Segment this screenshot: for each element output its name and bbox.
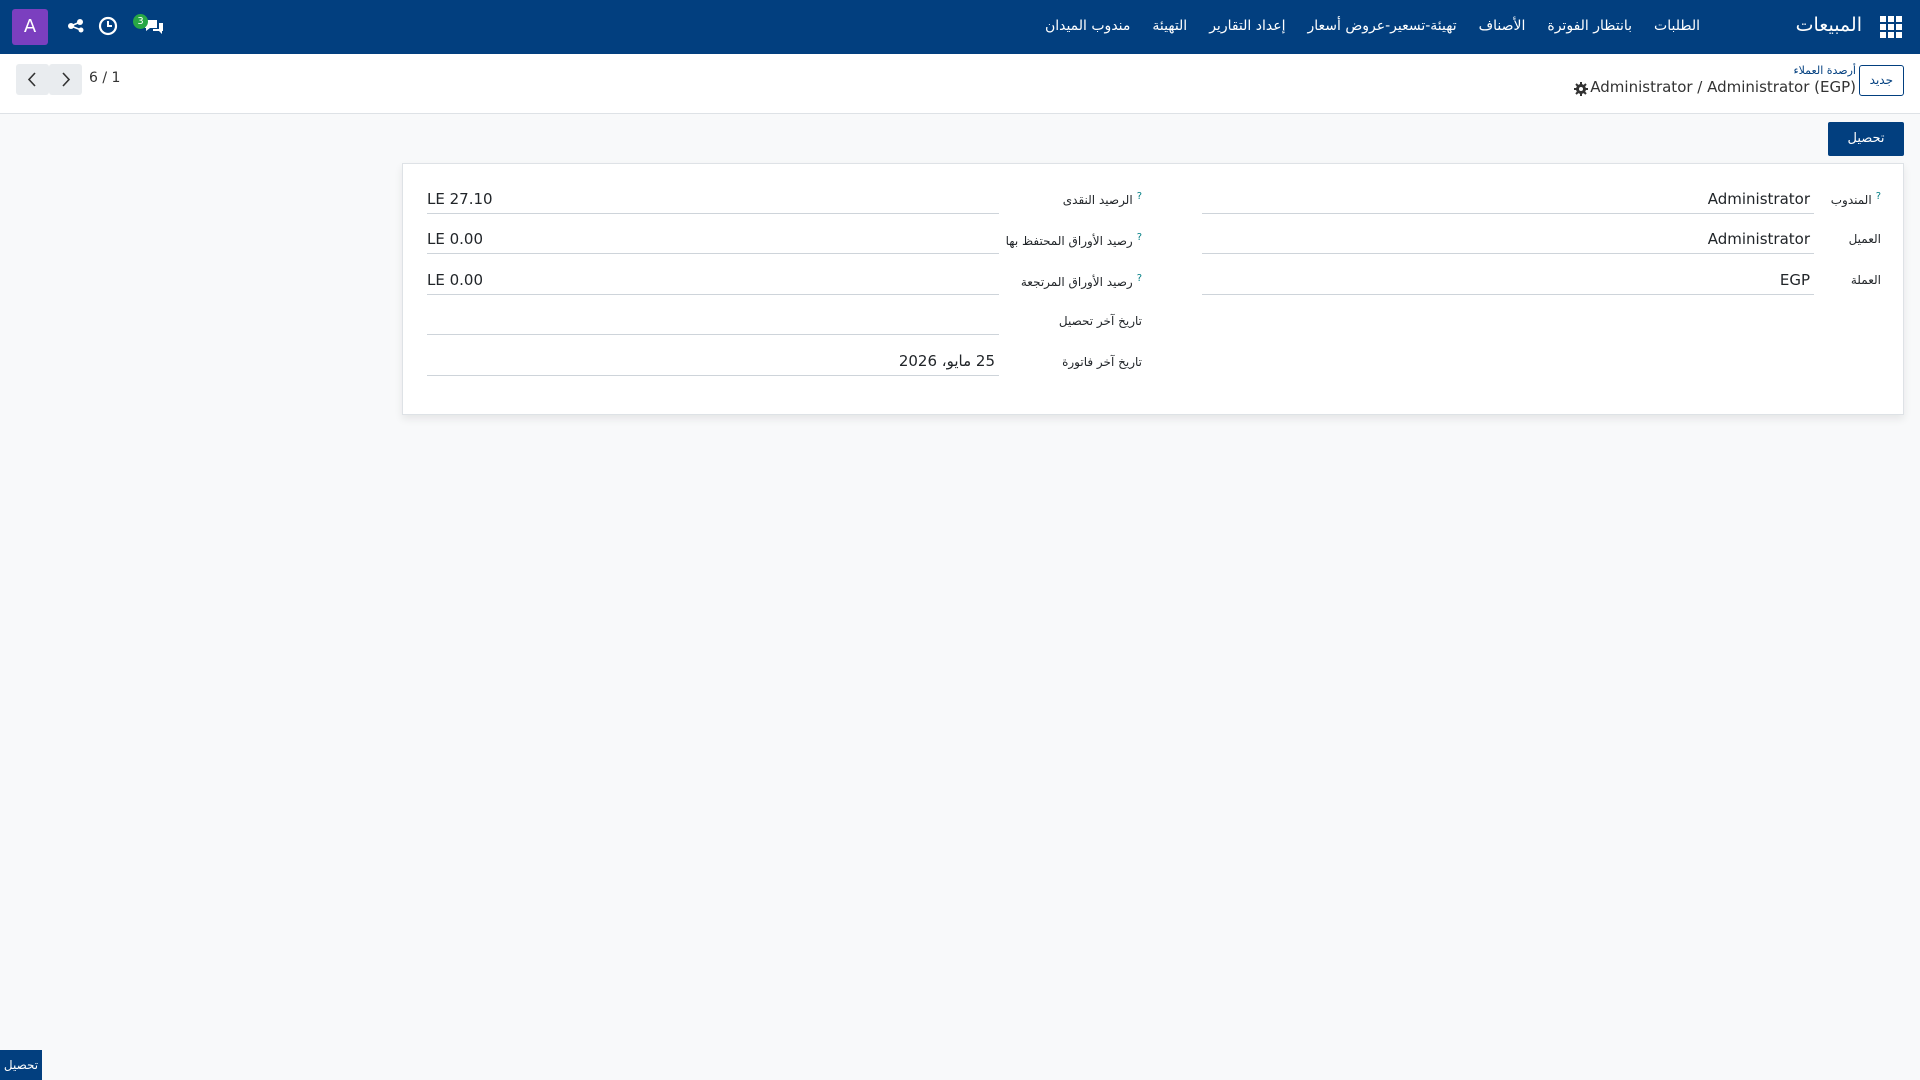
share-nodes-icon[interactable]	[64, 14, 88, 38]
pager-value[interactable]: 6 / 1	[89, 70, 120, 86]
field-label-cash-balance: الرصيد النقدى?	[1062, 191, 1142, 207]
help-icon[interactable]: ?	[1137, 232, 1142, 243]
user-avatar[interactable]: A	[12, 9, 48, 45]
field-label-held-papers-balance: رصيد الأوراق المحتفظ بها?	[1005, 232, 1142, 248]
collect-button[interactable]: تحصيل	[1828, 122, 1904, 156]
menu-field-rep[interactable]: مندوب الميدان	[1045, 18, 1130, 34]
pager-previous-button[interactable]	[16, 64, 49, 95]
help-icon[interactable]: ?	[1876, 191, 1881, 202]
field-label-last-collection-date: تاريخ آخر تحصيل	[1058, 314, 1142, 328]
menu-reporting[interactable]: إعداد التقارير	[1209, 18, 1285, 34]
help-icon[interactable]: ?	[1137, 273, 1142, 284]
chevron-left-icon	[27, 72, 36, 87]
top-navbar: المبيعات الطلبات بانتظار الفوترة الأصناف…	[0, 0, 1920, 54]
menu-to-invoice[interactable]: بانتظار الفوترة	[1547, 18, 1632, 34]
apps-grid-icon[interactable]	[1880, 16, 1902, 38]
field-label-currency: العملة	[1850, 273, 1881, 287]
chat-count-badge: 3	[133, 14, 148, 29]
last-invoice-date-field: 25 مايو، 2026	[427, 348, 999, 376]
gear-icon[interactable]	[1573, 81, 1589, 97]
form-sheet: المندوب? Administrator العميل Administra…	[402, 163, 1904, 415]
menu-orders[interactable]: الطلبات	[1654, 18, 1700, 34]
help-icon[interactable]: ?	[1137, 191, 1142, 202]
bottom-collect-button[interactable]: تحصيل	[0, 1050, 42, 1080]
rep-field[interactable]: Administrator	[1202, 186, 1814, 214]
field-label-rep: المندوب?	[1830, 191, 1881, 207]
breadcrumb-current: Administrator / Administrator (EGP)	[1590, 78, 1856, 96]
pager-next-button[interactable]	[49, 64, 82, 95]
menu-configuration[interactable]: التهيئة	[1152, 18, 1187, 34]
menu-products[interactable]: الأصناف	[1479, 18, 1526, 34]
returned-papers-balance-field: LE 0.00	[427, 267, 999, 295]
chevron-right-icon	[62, 72, 71, 87]
last-collection-date-field	[427, 307, 999, 335]
customer-field[interactable]: Administrator	[1202, 226, 1814, 254]
cash-balance-field: LE 27.10	[427, 186, 999, 214]
breadcrumb-parent[interactable]: أرصدة العملاء	[1793, 64, 1856, 77]
app-brand[interactable]: المبيعات	[1796, 14, 1862, 36]
field-label-last-invoice-date: تاريخ آخر فاتورة	[1062, 355, 1142, 369]
field-label-customer: العميل	[1848, 232, 1881, 246]
menu-pricing-quotations[interactable]: تهيئة-تسعير-عروض أسعار	[1307, 18, 1456, 34]
field-label-returned-papers-balance: رصيد الأوراق المرتجعة?	[1020, 273, 1142, 289]
held-papers-balance-field: LE 0.00	[427, 226, 999, 254]
clock-icon[interactable]	[96, 14, 120, 38]
main-menu: الطلبات بانتظار الفوترة الأصناف تهيئة-تس…	[1045, 18, 1700, 34]
currency-field[interactable]: EGP	[1202, 267, 1814, 295]
new-button[interactable]: جديد	[1858, 65, 1904, 96]
control-panel: جديد أرصدة العملاء Administrator / Admin…	[0, 54, 1920, 114]
